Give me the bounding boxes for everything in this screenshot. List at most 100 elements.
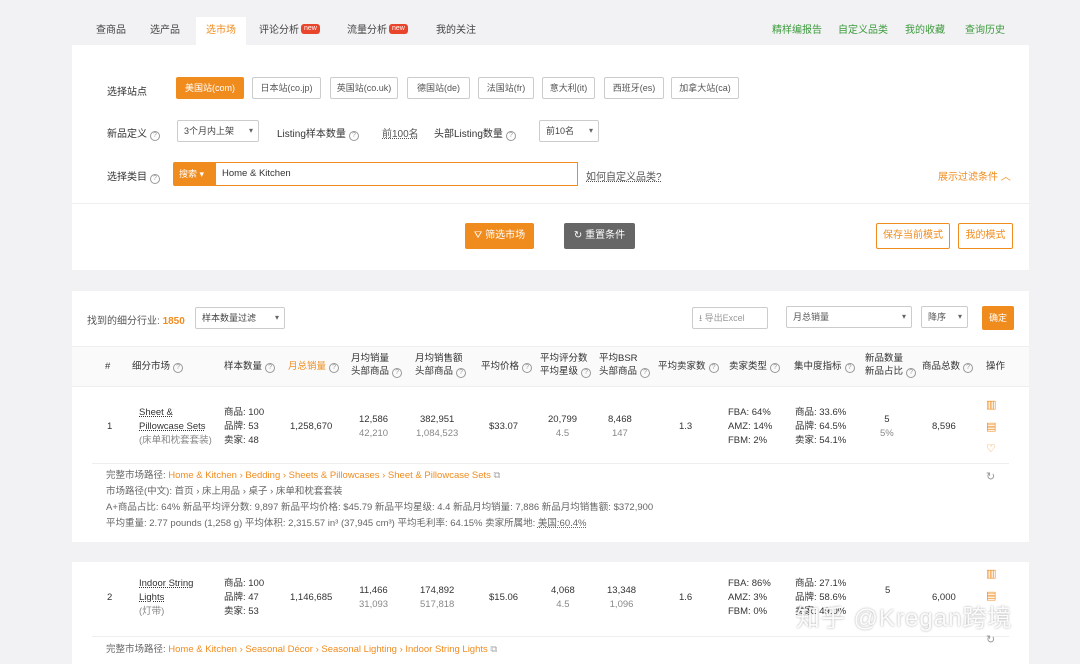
tab-my-follow[interactable]: 我的关注 — [436, 17, 476, 45]
site-es[interactable]: 西班牙(es) — [604, 77, 664, 99]
site-it[interactable]: 意大利(it) — [542, 77, 595, 99]
help-icon: ? — [173, 363, 184, 373]
filter-market-button[interactable]: ⛛ 筛选市场 — [465, 223, 534, 249]
avg-bsr: 13,348 1,096 — [607, 585, 637, 610]
new-products: 5 5% — [880, 414, 894, 439]
avg-reviews: 20,799 4.5 — [548, 414, 578, 439]
market-path-link[interactable]: Home & Kitchen › Bedding › Sheets & Pill… — [168, 470, 491, 481]
site-uk[interactable]: 英国站(co.uk) — [330, 77, 398, 99]
sort-order-select[interactable]: 降序 ▾ — [921, 306, 968, 328]
th-avg-sales[interactable]: 月均销量 头部商品? — [351, 352, 403, 378]
market-name[interactable]: Indoor String Lights (灯带) — [139, 577, 193, 619]
help-icon: ? — [392, 368, 403, 378]
help-icon: ? — [906, 368, 917, 378]
download-icon: ⭳ — [699, 313, 703, 323]
detail-icon[interactable]: ▤ — [986, 421, 996, 433]
seller-type: FBA: 86% AMZ: 3% FBM: 0% — [728, 578, 771, 617]
avg-revenue: 174,892 517,818 — [420, 585, 455, 610]
sort-field-select[interactable]: 月总销量 ▾ — [786, 306, 912, 328]
head-select[interactable]: 前10名 ▾ — [539, 120, 599, 142]
new-badge: new — [389, 24, 408, 34]
show-filter-link[interactable]: 展示过滤条件 ︿ — [938, 168, 1011, 183]
help-icon: ? — [522, 363, 533, 373]
new-products: 5 — [885, 585, 891, 596]
link-custom-category[interactable]: 自定义品类 — [838, 17, 888, 45]
chart-icon[interactable]: ▥ — [986, 399, 996, 411]
row-index: 2 — [107, 592, 113, 603]
custom-category-link[interactable]: 如何自定义品类? — [586, 168, 662, 183]
th-concentration[interactable]: 集中度指标? — [794, 360, 855, 373]
help-icon: ? — [265, 363, 276, 373]
site-de[interactable]: 德国站(de) — [407, 77, 470, 99]
th-monthly-sales[interactable]: 月总销量? — [288, 360, 340, 373]
link-report[interactable]: 精样编报告 — [772, 17, 822, 45]
category-input[interactable]: Home & Kitchen — [215, 162, 578, 186]
help-icon: ? — [348, 131, 359, 141]
market-path: 完整市场路径: Home & Kitchen › Seasonal Décor … — [106, 644, 498, 655]
reset-button[interactable]: ↻ 重置条件 — [564, 223, 635, 249]
heart-icon[interactable]: ♡ — [986, 443, 996, 455]
th-avg-price[interactable]: 平均价格? — [481, 360, 533, 373]
new-product-stats: A+商品占比: 64% 新品平均评分数: 9,897 新品平均价格: $45.7… — [106, 502, 654, 513]
th-total[interactable]: 商品总数? — [922, 360, 974, 373]
site-fr[interactable]: 法国站(fr) — [478, 77, 534, 99]
confirm-button[interactable]: 确定 — [982, 306, 1014, 330]
export-excel-button[interactable]: ⭳ 导出Excel — [692, 307, 768, 329]
th-avg-revenue[interactable]: 月均销售额 头部商品? — [415, 352, 467, 378]
avg-price: $33.07 — [489, 421, 519, 432]
chevron-down-icon: ▾ — [588, 126, 593, 135]
th-index: # — [105, 361, 111, 372]
help-icon: ? — [770, 363, 781, 373]
avg-reviews: 4,068 4.5 — [551, 585, 575, 610]
site-jp[interactable]: 日本站(co.jp) — [252, 77, 321, 99]
chevron-down-icon: ▾ — [248, 126, 253, 135]
help-icon: ? — [505, 131, 516, 141]
chart-icon[interactable]: ▥ — [986, 568, 996, 580]
site-ca[interactable]: 加拿大站(ca) — [671, 77, 739, 99]
save-mode-button[interactable]: 保存当前模式 — [876, 223, 950, 249]
market-name[interactable]: Sheet & Pillowcase Sets (床单和枕套套装) — [139, 406, 212, 448]
chevron-down-icon: ▾ — [957, 312, 962, 321]
newdef-select[interactable]: 3个月内上架 ▾ — [177, 120, 259, 142]
th-avg-reviews[interactable]: 平均评分数 平均星级? — [540, 352, 592, 378]
market-path: 完整市场路径: Home & Kitchen › Bedding › Sheet… — [106, 470, 501, 481]
sample-value[interactable]: 前100名 — [382, 125, 419, 140]
physical-stats: 平均重量: 2.77 pounds (1,258 g) 平均体积: 2,315.… — [106, 518, 587, 529]
tab-select-market[interactable]: 选市场 — [196, 17, 246, 45]
link-favorites[interactable]: 我的收藏 — [905, 17, 945, 45]
row-gap — [72, 542, 1029, 562]
tab-traffic-analysis[interactable]: 流量分析 new — [347, 17, 408, 45]
avg-sales: 11,466 31,093 — [359, 585, 389, 610]
category-search-select[interactable]: 搜索 ▾ — [173, 162, 215, 186]
th-avg-bsr[interactable]: 平均BSR 头部商品? — [599, 352, 651, 378]
th-avg-sellers[interactable]: 平均卖家数? — [658, 360, 719, 373]
filter-panel: 选择站点 美国站(com) 日本站(co.jp) 英国站(co.uk) 德国站(… — [72, 45, 1029, 270]
th-sample[interactable]: 样本数量? — [224, 360, 276, 373]
divider — [92, 463, 1009, 464]
help-icon: ? — [963, 363, 974, 373]
tab-select-product[interactable]: 选产品 — [150, 17, 180, 45]
site-us[interactable]: 美国站(com) — [176, 77, 244, 99]
help-icon: ? — [456, 368, 467, 378]
external-link-icon: ⧉ — [493, 470, 501, 481]
new-badge: new — [301, 24, 320, 34]
market-path-link[interactable]: Home & Kitchen › Seasonal Décor › Season… — [168, 644, 487, 655]
head-label: 头部Listing数量? — [434, 125, 516, 141]
top-nav: 查商品 选产品 选市场 评论分析 new 流量分析 new 我的关注 精样编报告 自… — [72, 17, 1029, 45]
external-link-icon: ⧉ — [490, 644, 498, 655]
help-icon: ? — [329, 363, 340, 373]
th-seller-type[interactable]: 卖家类型? — [729, 360, 781, 373]
chevron-down-icon: ▾ — [274, 313, 279, 322]
refresh-icon[interactable]: ↻ — [986, 471, 995, 483]
avg-sales: 12,586 42,210 — [359, 414, 389, 439]
newdef-label: 新品定义? — [107, 125, 160, 141]
th-market[interactable]: 细分市场? — [132, 360, 184, 373]
tab-review-analysis[interactable]: 评论分析 new — [259, 17, 320, 45]
th-new-products[interactable]: 新品数量 新品占比? — [865, 352, 917, 378]
tab-search-goods[interactable]: 查商品 — [96, 17, 126, 45]
refresh-icon[interactable]: ↻ — [986, 634, 995, 646]
sample-filter-select[interactable]: 样本数量过滤 ▾ — [195, 307, 285, 329]
my-mode-button[interactable]: 我的模式 — [958, 223, 1013, 249]
link-history[interactable]: 查询历史 — [965, 17, 1005, 45]
monthly-sales: 1,258,670 — [290, 421, 333, 432]
